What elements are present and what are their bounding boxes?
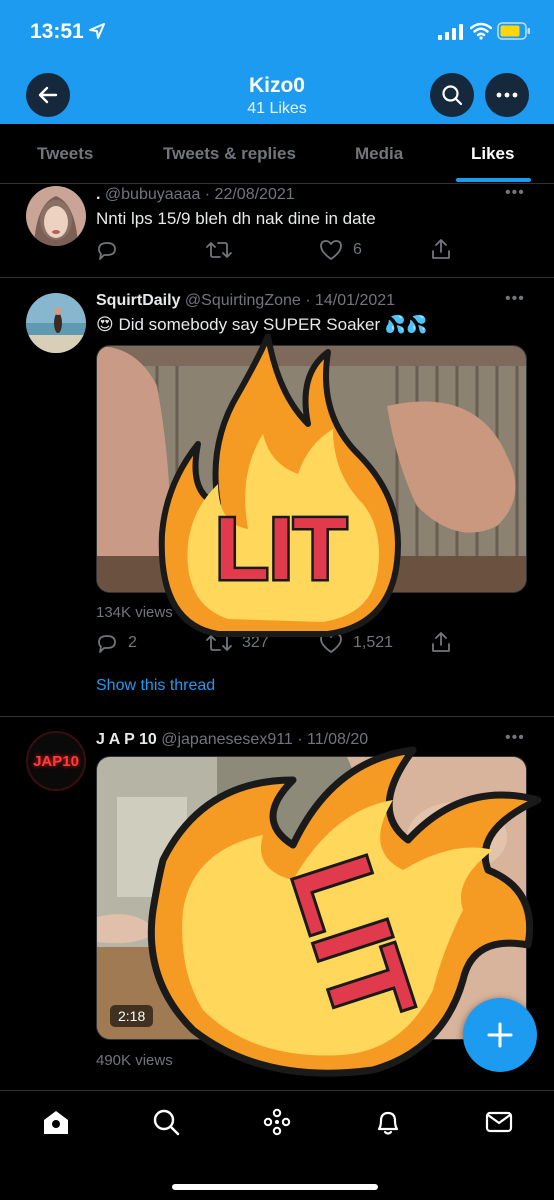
tweet-more-icon[interactable]: ••• [505, 184, 525, 202]
tab-media[interactable]: Media [355, 144, 403, 164]
tweet-more-icon[interactable]: ••• [505, 290, 525, 308]
author-name[interactable]: SquirtDaily [96, 292, 180, 309]
tab-tweets[interactable]: Tweets [37, 144, 93, 164]
tweet-divider [0, 716, 554, 717]
messages-icon[interactable] [484, 1107, 514, 1137]
tweet-header: SquirtDaily @SquirtingZone · 14/01/2021 [96, 292, 395, 310]
sticker-text: LIT [215, 499, 347, 598]
home-icon[interactable] [41, 1107, 71, 1137]
author-name[interactable]: . [96, 186, 100, 203]
home-indicator [172, 1184, 378, 1190]
search-icon [442, 85, 463, 106]
avatar-text: JAP10 [33, 752, 79, 770]
tab-tweets-replies[interactable]: Tweets & replies [163, 144, 296, 164]
spaces-icon[interactable] [262, 1107, 292, 1137]
profile-tabs: Tweets Tweets & replies Media Likes [0, 124, 554, 184]
location-arrow-icon [89, 23, 105, 39]
cellular-signal-icon [438, 24, 463, 40]
reply-button[interactable]: 2 [96, 632, 137, 654]
battery-icon [497, 22, 530, 40]
active-tab-indicator [456, 178, 531, 182]
share-icon [432, 632, 450, 652]
wifi-icon [470, 22, 492, 40]
reply-icon [98, 635, 116, 653]
tweet-text: Nnti lps 15/9 bleh dh nak dine in date [96, 209, 376, 228]
profile-header: 13:51 Kizo0 41 Likes [0, 0, 554, 124]
author-handle-date[interactable]: @SquirtingZone · 14/01/2021 [185, 292, 395, 309]
more-icon [496, 92, 518, 98]
avatar-image [26, 186, 86, 246]
lit-fire-sticker: LIT [158, 334, 401, 637]
like-button[interactable]: 6 [319, 239, 362, 261]
avatar[interactable] [26, 186, 86, 246]
retweet-button[interactable] [206, 239, 232, 261]
reply-icon [98, 242, 116, 260]
author-handle-date[interactable]: @bubuyaaaa · 22/08/2021 [105, 186, 295, 203]
show-thread-link[interactable]: Show this thread [96, 677, 215, 695]
avatar[interactable]: JAP10 [26, 731, 86, 791]
tab-likes[interactable]: Likes [471, 144, 514, 164]
tweet-header: . @bubuyaaaa · 22/08/2021 [96, 186, 295, 204]
avatar-image [26, 293, 86, 353]
share-button[interactable] [430, 631, 452, 653]
compose-icon [487, 1022, 513, 1048]
retweet-icon [206, 242, 232, 258]
tweet-text: 😍 Did somebody say SUPER Soaker 💦💦 [96, 315, 428, 334]
share-icon [432, 239, 450, 259]
explore-icon[interactable] [151, 1107, 181, 1137]
reply-count: 2 [128, 634, 137, 651]
avatar[interactable] [26, 293, 86, 353]
reply-button[interactable] [96, 239, 118, 261]
more-options-button[interactable] [485, 73, 529, 117]
share-button[interactable] [430, 238, 452, 260]
search-button[interactable] [430, 73, 474, 117]
status-bar: 13:51 [0, 0, 554, 62]
status-time: 13:51 [30, 20, 84, 43]
tweet-divider [0, 277, 554, 278]
notifications-icon[interactable] [373, 1107, 403, 1137]
compose-tweet-button[interactable] [463, 998, 537, 1072]
like-count: 6 [353, 241, 362, 258]
like-icon [320, 240, 342, 260]
